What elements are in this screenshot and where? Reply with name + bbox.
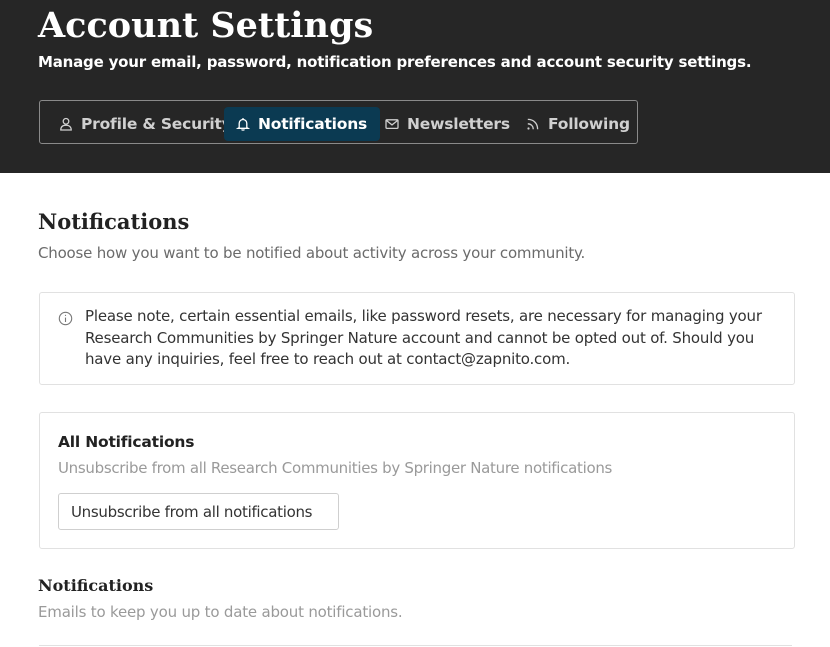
rss-icon — [526, 117, 548, 131]
card-title: All Notifications — [58, 433, 195, 451]
tab-profile-security[interactable]: Profile & Security — [51, 107, 235, 141]
bell-icon — [236, 117, 258, 131]
page-title: Account Settings — [38, 5, 374, 46]
page-header: Account Settings Manage your email, pass… — [0, 0, 830, 173]
info-notice: Please note, certain essential emails, l… — [39, 292, 795, 385]
user-icon — [59, 117, 81, 131]
tab-following[interactable]: Following — [516, 107, 636, 141]
tab-newsletters[interactable]: Newsletters — [375, 107, 515, 141]
notifications-section-title: Notifications — [38, 576, 154, 595]
notifications-section-description: Emails to keep you up to date about noti… — [38, 603, 403, 621]
info-icon — [58, 311, 73, 326]
all-notifications-card: All Notifications Unsubscribe from all R… — [39, 412, 795, 549]
tab-label: Following — [548, 115, 630, 133]
card-description: Unsubscribe from all Research Communitie… — [58, 459, 613, 477]
tab-label: Newsletters — [407, 115, 510, 133]
tab-label: Profile & Security — [81, 115, 232, 133]
tab-label: Notifications — [258, 115, 368, 133]
page-subtitle: Manage your email, password, notificatio… — [38, 53, 752, 71]
envelope-icon — [385, 117, 407, 131]
tab-notifications[interactable]: Notifications — [224, 107, 380, 141]
settings-tabs: Profile & Security Notifications Newslet… — [39, 100, 638, 144]
divider — [39, 645, 792, 646]
unsubscribe-all-button[interactable]: Unsubscribe from all notifications — [58, 493, 339, 530]
notice-text: Please note, certain essential emails, l… — [85, 307, 762, 368]
section-heading: Notifications — [38, 209, 190, 234]
section-description: Choose how you want to be notified about… — [38, 244, 586, 262]
